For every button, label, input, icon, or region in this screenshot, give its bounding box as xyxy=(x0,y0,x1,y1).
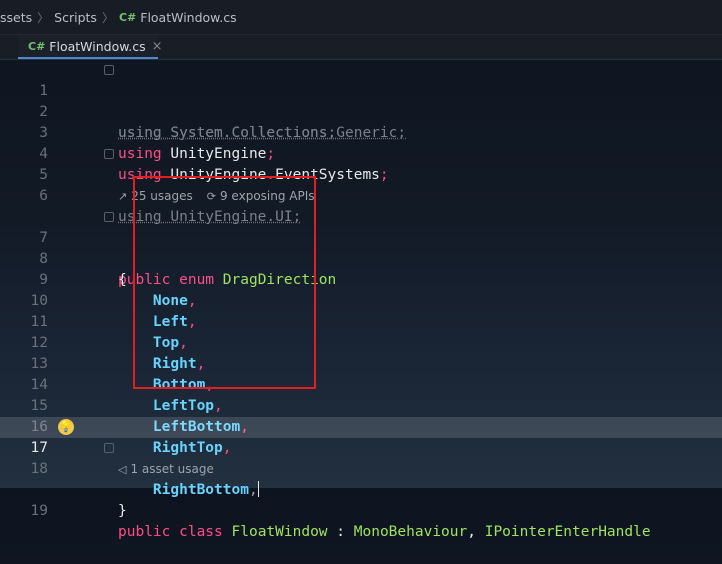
code-line-current: 17 💡 RightBottom, xyxy=(0,417,722,498)
csharp-file-icon: C# xyxy=(118,10,137,24)
code-line: 18 } xyxy=(0,438,722,519)
code-line: 2 using System.Collections.Generic; xyxy=(0,81,722,141)
editor-tab-bar: C# FloatWindow.cs × xyxy=(0,35,722,60)
keyword: class xyxy=(170,524,223,540)
code-line: 19 public class FloatWindow : MonoBehavi… xyxy=(0,480,722,540)
usages-link[interactable]: 25 usages xyxy=(131,189,193,203)
breadcrumb-label: ssets xyxy=(0,9,33,25)
code-editor[interactable]: 1 using System.Collections; 2 using Syst… xyxy=(0,60,722,540)
code-line: 6 xyxy=(0,165,722,204)
asset-usage-link[interactable]: 1 asset usage xyxy=(130,462,213,476)
exposing-apis-link[interactable]: 9 exposing APIs xyxy=(220,189,315,203)
csharp-file-icon: C# xyxy=(28,39,46,53)
code-line: 12 Right, xyxy=(0,312,722,372)
code-line: 10 Left, xyxy=(0,270,722,330)
colon: : xyxy=(327,524,354,540)
code-line: 8 { xyxy=(0,228,722,288)
code-vision-hint: ◁ 1 asset usage xyxy=(118,462,214,476)
fold-marker-icon[interactable] xyxy=(104,443,114,453)
exposing-api-icon: ⟳ xyxy=(206,189,216,203)
code-line: 4 using UnityEngine.EventSystems; xyxy=(0,123,722,183)
base-type: MonoBehaviour xyxy=(353,524,468,540)
breadcrumb: ssets 〉 Scripts 〉 C# FloatWindow.cs xyxy=(0,0,722,35)
code-line: 16 RightTop, xyxy=(0,396,722,456)
breadcrumb-separator: 〉 xyxy=(37,10,50,25)
comma: , xyxy=(467,524,485,540)
code-line: 13 Bottom, xyxy=(0,333,722,393)
fold-marker-icon[interactable] xyxy=(104,149,114,159)
asset-usage-icon: ◁ xyxy=(118,462,127,476)
tab-label: FloatWindow.cs xyxy=(49,38,146,54)
breadcrumb-label: Scripts xyxy=(54,9,97,25)
usages-arrow-icon: ↗ xyxy=(118,189,128,203)
breadcrumb-item-assets[interactable]: ssets xyxy=(0,10,32,25)
breadcrumb-separator: 〉 xyxy=(101,10,114,25)
code-line: 5 using UnityEngine.UI; xyxy=(0,144,722,225)
code-line: 3 using UnityEngine; xyxy=(0,102,722,162)
fold-marker-icon[interactable] xyxy=(104,212,114,222)
line-number: 19 xyxy=(30,503,48,519)
tab-floatwindow[interactable]: C# FloatWindow.cs × xyxy=(18,35,163,59)
code-line: 7 public enum DragDirection xyxy=(0,207,722,288)
close-brace: } xyxy=(118,503,127,519)
keyword: public xyxy=(118,524,171,540)
breadcrumb-item-scripts[interactable]: Scripts xyxy=(54,10,97,25)
line-number: 6 xyxy=(39,188,48,204)
code-vision-hint: ↗ 25 usages ⟳ 9 exposing APIs xyxy=(118,189,315,203)
lightbulb-icon[interactable]: 💡 xyxy=(58,419,74,435)
line-number: 18 xyxy=(30,461,48,477)
fold-marker-icon[interactable] xyxy=(104,65,114,75)
type-name: FloatWindow xyxy=(222,524,328,540)
breadcrumb-label: FloatWindow.cs xyxy=(140,9,237,25)
breadcrumb-item-file[interactable]: C# FloatWindow.cs xyxy=(119,10,237,25)
code-line: 9 None, xyxy=(0,249,722,309)
code-line: 14 LeftTop, xyxy=(0,354,722,414)
code-line: 11 Top, xyxy=(0,291,722,351)
code-line: 1 using System.Collections; xyxy=(0,60,722,141)
code-line: 15 LeftBottom, xyxy=(0,375,722,435)
interface-type: IPointerEnterHandle xyxy=(484,524,651,540)
close-icon[interactable]: × xyxy=(152,39,163,54)
